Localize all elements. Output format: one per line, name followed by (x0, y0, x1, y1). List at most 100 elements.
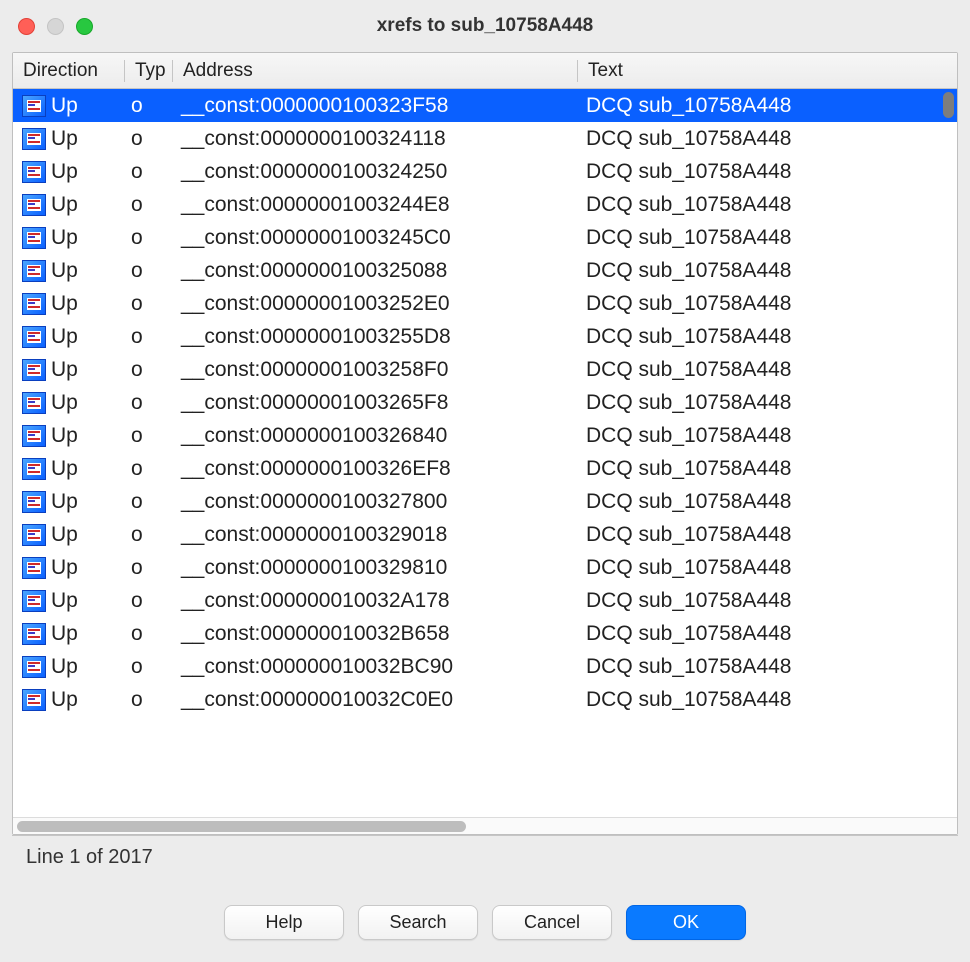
cell-type: o (125, 325, 173, 349)
cell-text: DCQ sub_10758A448 (578, 523, 957, 547)
cell-type: o (125, 127, 173, 151)
cell-type: o (125, 391, 173, 415)
cell-direction: Up (49, 292, 125, 316)
cell-type: o (125, 259, 173, 283)
table-header: Direction Typ Address Text (13, 53, 957, 89)
cell-address: __const:000000010032A178 (173, 589, 578, 613)
cell-type: o (125, 622, 173, 646)
cell-address: __const:000000010032B658 (173, 622, 578, 646)
cell-address: __const:000000010032C0E0 (173, 688, 578, 712)
xref-icon (13, 623, 49, 645)
cell-text: DCQ sub_10758A448 (578, 259, 957, 283)
table-row[interactable]: Upo__const:0000000100329018DCQ sub_10758… (13, 518, 957, 551)
table-row[interactable]: Upo__const:000000010032C0E0DCQ sub_10758… (13, 683, 957, 716)
horizontal-scrollbar-thumb[interactable] (17, 821, 466, 832)
cell-text: DCQ sub_10758A448 (578, 160, 957, 184)
table-row[interactable]: Upo__const:00000001003255D8DCQ sub_10758… (13, 320, 957, 353)
cell-address: __const:0000000100324250 (173, 160, 578, 184)
table-row[interactable]: Upo__const:00000001003252E0DCQ sub_10758… (13, 287, 957, 320)
status-line: Line 1 of 2017 (12, 835, 958, 887)
cell-text: DCQ sub_10758A448 (578, 556, 957, 580)
cell-direction: Up (49, 193, 125, 217)
cell-text: DCQ sub_10758A448 (578, 325, 957, 349)
cell-address: __const:0000000100329810 (173, 556, 578, 580)
table-row[interactable]: Upo__const:00000001003245C0DCQ sub_10758… (13, 221, 957, 254)
cell-address: __const:00000001003252E0 (173, 292, 578, 316)
table-row[interactable]: Upo__const:0000000100324118DCQ sub_10758… (13, 122, 957, 155)
xref-icon (13, 425, 49, 447)
table-row[interactable]: Upo__const:00000001003265F8DCQ sub_10758… (13, 386, 957, 419)
close-icon[interactable] (18, 18, 35, 35)
cell-type: o (125, 457, 173, 481)
cell-type: o (125, 589, 173, 613)
table-row[interactable]: Upo__const:0000000100327800DCQ sub_10758… (13, 485, 957, 518)
cancel-button[interactable]: Cancel (492, 905, 612, 940)
xref-icon (13, 689, 49, 711)
traffic-lights (18, 18, 93, 35)
xref-icon (13, 227, 49, 249)
cell-address: __const:00000001003244E8 (173, 193, 578, 217)
table-body: Upo__const:0000000100323F58DCQ sub_10758… (13, 89, 957, 817)
cell-text: DCQ sub_10758A448 (578, 688, 957, 712)
cell-text: DCQ sub_10758A448 (578, 622, 957, 646)
cell-type: o (125, 523, 173, 547)
col-address[interactable]: Address (173, 60, 578, 82)
col-text[interactable]: Text (578, 60, 957, 82)
help-button[interactable]: Help (224, 905, 344, 940)
cell-direction: Up (49, 94, 125, 118)
cell-text: DCQ sub_10758A448 (578, 424, 957, 448)
cell-direction: Up (49, 424, 125, 448)
cell-type: o (125, 94, 173, 118)
table-row[interactable]: Upo__const:00000001003244E8DCQ sub_10758… (13, 188, 957, 221)
xref-icon (13, 557, 49, 579)
horizontal-scrollbar[interactable] (13, 817, 957, 834)
table-row[interactable]: Upo__const:0000000100325088DCQ sub_10758… (13, 254, 957, 287)
cell-text: DCQ sub_10758A448 (578, 193, 957, 217)
cell-direction: Up (49, 358, 125, 382)
cell-text: DCQ sub_10758A448 (578, 391, 957, 415)
cell-address: __const:0000000100324118 (173, 127, 578, 151)
cell-address: __const:00000001003245C0 (173, 226, 578, 250)
vertical-scrollbar[interactable] (943, 92, 954, 118)
cell-address: __const:00000001003265F8 (173, 391, 578, 415)
xref-icon (13, 293, 49, 315)
table-row[interactable]: Upo__const:0000000100329810DCQ sub_10758… (13, 551, 957, 584)
xref-icon (13, 458, 49, 480)
xref-icon (13, 326, 49, 348)
cell-text: DCQ sub_10758A448 (578, 457, 957, 481)
minimize-icon[interactable] (47, 18, 64, 35)
cell-type: o (125, 292, 173, 316)
xrefs-window: xrefs to sub_10758A448 Direction Typ Add… (0, 0, 970, 962)
maximize-icon[interactable] (76, 18, 93, 35)
content: Direction Typ Address Text Upo__const:00… (12, 52, 958, 835)
cell-text: DCQ sub_10758A448 (578, 127, 957, 151)
table-row[interactable]: Upo__const:0000000100326EF8DCQ sub_10758… (13, 452, 957, 485)
cell-text: DCQ sub_10758A448 (578, 226, 957, 250)
cell-direction: Up (49, 391, 125, 415)
ok-button[interactable]: OK (626, 905, 746, 940)
col-type[interactable]: Typ (125, 60, 173, 82)
cell-address: __const:0000000100329018 (173, 523, 578, 547)
cell-text: DCQ sub_10758A448 (578, 292, 957, 316)
cell-text: DCQ sub_10758A448 (578, 94, 957, 118)
cell-direction: Up (49, 688, 125, 712)
table-row[interactable]: Upo__const:000000010032A178DCQ sub_10758… (13, 584, 957, 617)
cell-text: DCQ sub_10758A448 (578, 358, 957, 382)
cell-type: o (125, 490, 173, 514)
search-button[interactable]: Search (358, 905, 478, 940)
table-row[interactable]: Upo__const:0000000100326840DCQ sub_10758… (13, 419, 957, 452)
table-row[interactable]: Upo__const:0000000100323F58DCQ sub_10758… (13, 89, 957, 122)
table-row[interactable]: Upo__const:00000001003258F0DCQ sub_10758… (13, 353, 957, 386)
table-row[interactable]: Upo__const:0000000100324250DCQ sub_10758… (13, 155, 957, 188)
table-row[interactable]: Upo__const:000000010032BC90DCQ sub_10758… (13, 650, 957, 683)
xref-icon (13, 359, 49, 381)
cell-direction: Up (49, 490, 125, 514)
table-row[interactable]: Upo__const:000000010032B658DCQ sub_10758… (13, 617, 957, 650)
cell-direction: Up (49, 523, 125, 547)
col-direction[interactable]: Direction (13, 60, 125, 82)
xref-icon (13, 524, 49, 546)
cell-address: __const:00000001003258F0 (173, 358, 578, 382)
cell-address: __const:0000000100323F58 (173, 94, 578, 118)
cell-address: __const:0000000100326EF8 (173, 457, 578, 481)
xref-icon (13, 590, 49, 612)
